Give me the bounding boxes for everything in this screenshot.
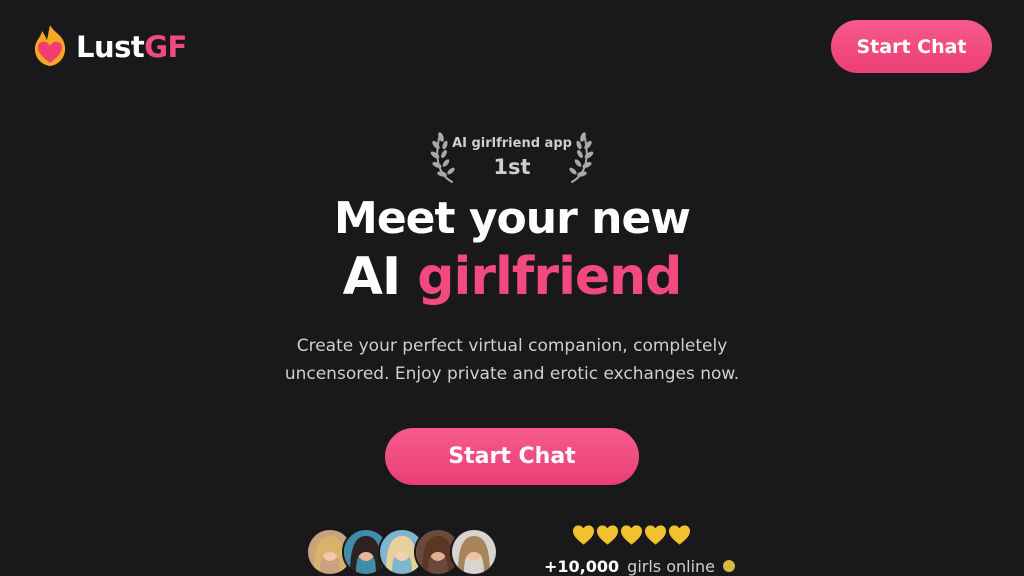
heart-icon (644, 525, 667, 545)
headline-line-1: Meet your new (334, 193, 691, 244)
award-badge: AI girlfriend app 1st (420, 124, 604, 184)
heart-icon (620, 525, 643, 545)
headline-plain: AI (342, 247, 402, 307)
headline-line-2: AI girlfriend (0, 248, 1024, 306)
avatar-group (306, 528, 506, 576)
online-status: +10,000 girls online (544, 554, 736, 576)
laurel-icon (569, 132, 594, 183)
hero-subtitle: Create your perfect virtual companion, c… (284, 336, 740, 384)
headline-accent: girlfriend (417, 247, 682, 307)
logo-text-main: Lust (76, 30, 145, 64)
heart-icon (596, 525, 619, 545)
avatar (450, 528, 498, 576)
online-count: +10,000 (544, 556, 620, 576)
page-title: Meet your new AI girlfriend (0, 190, 1024, 306)
flame-heart-icon (34, 25, 66, 66)
heart-icon (668, 525, 691, 545)
start-chat-header-button[interactable]: Start Chat (831, 20, 992, 73)
logo-text-accent: GF (144, 30, 187, 64)
start-chat-main-button[interactable]: Start Chat (385, 428, 639, 485)
online-indicator-icon (723, 560, 736, 572)
logo-text: LustGF (76, 30, 187, 64)
logo[interactable]: LustGF (30, 22, 187, 72)
landing-page: LustGF Start Chat AI girlfriend app 1st (0, 0, 1024, 576)
online-label: girls online (627, 556, 716, 576)
heart-icon (572, 525, 595, 545)
heart-rating (572, 524, 692, 548)
